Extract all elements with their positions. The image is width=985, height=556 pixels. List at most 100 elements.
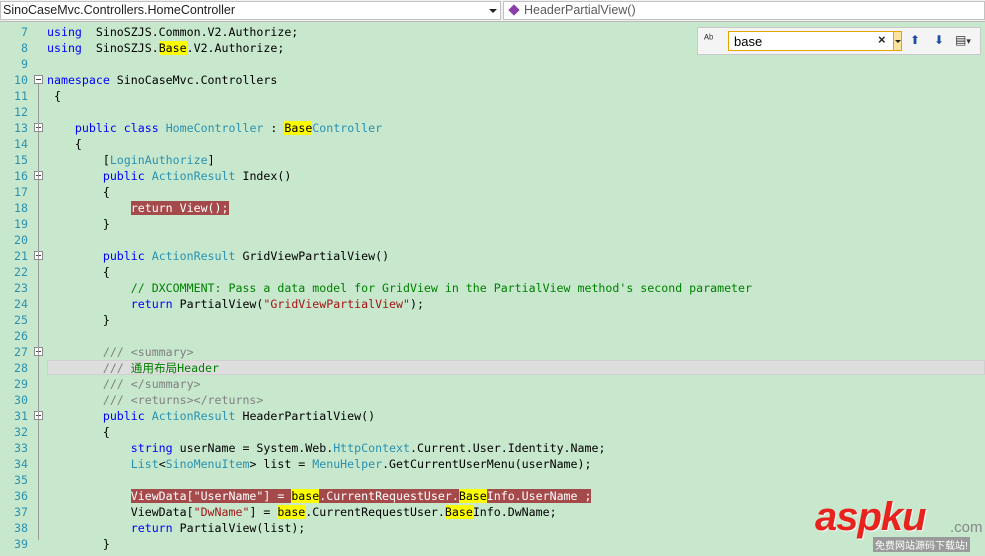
line-number: 23 xyxy=(14,281,28,295)
code-line[interactable]: 11 { xyxy=(0,88,985,104)
code-line[interactable]: 20 xyxy=(0,232,985,248)
search-match: Base xyxy=(284,121,313,135)
code-line[interactable]: 17 { xyxy=(0,184,985,200)
code-token: } xyxy=(47,537,110,551)
type-dropdown-value: SinoCaseMvc.Controllers.HomeController xyxy=(3,3,236,17)
code-token: List xyxy=(130,457,159,471)
chevron-down-icon[interactable] xyxy=(489,9,497,13)
match-case-icon[interactable]: ᴬᵇ xyxy=(704,33,713,45)
find-options-icon[interactable]: ▤▾ xyxy=(955,33,971,47)
code-token: ] = xyxy=(249,505,278,519)
code-token: < xyxy=(158,457,166,471)
find-input[interactable] xyxy=(728,31,901,51)
find-next-icon[interactable]: ⬇ xyxy=(934,33,944,47)
line-number: 28 xyxy=(14,361,28,375)
line-number: 22 xyxy=(14,265,28,279)
code-token: { xyxy=(47,185,110,199)
fold-guide xyxy=(38,420,39,540)
watermark-subtitle: 免费网站源码下载站! xyxy=(873,537,970,552)
code-line[interactable]: 27 /// <summary> xyxy=(0,344,985,360)
code-line[interactable]: 32 { xyxy=(0,424,985,440)
code-token: PartialView( xyxy=(172,297,264,311)
code-line[interactable]: 21 public ActionResult GridViewPartialVi… xyxy=(0,248,985,264)
code-line[interactable]: 10 namespace SinoCaseMvc.Controllers xyxy=(0,72,985,88)
fold-guide xyxy=(38,260,39,316)
code-text: public ActionResult Index() xyxy=(47,168,291,184)
code-token: { xyxy=(47,137,82,151)
code-line[interactable]: 30 /// <returns></returns> xyxy=(0,392,985,408)
code-line[interactable]: 34 List<SinoMenuItem> list = MenuHelper.… xyxy=(0,456,985,472)
code-token: ] xyxy=(207,153,215,167)
collapse-icon[interactable] xyxy=(34,75,43,84)
member-dropdown[interactable]: HeaderPartialView() xyxy=(503,1,985,20)
code-token: SinoSZJS.Common.V2.Authorize; xyxy=(81,25,299,39)
line-number: 30 xyxy=(14,393,28,407)
code-token: { xyxy=(47,89,61,103)
line-number: 20 xyxy=(14,233,28,247)
code-line[interactable]: 14 { xyxy=(0,136,985,152)
fold-guide xyxy=(38,180,39,220)
code-text: return PartialView(list); xyxy=(47,520,306,536)
code-text: } xyxy=(47,312,110,328)
watermark: aspku .com 免费网站源码下载站! xyxy=(815,493,985,556)
code-token: > list = xyxy=(249,457,313,471)
line-number: 10 xyxy=(14,73,28,87)
find-history-dropdown[interactable] xyxy=(893,31,902,51)
code-token: HomeController xyxy=(165,121,264,135)
code-editor[interactable]: 7 using SinoSZJS.Common.V2.Authorize; 8 usi… xyxy=(0,22,985,556)
code-line[interactable]: 12 xyxy=(0,104,985,120)
code-line[interactable]: 35 xyxy=(0,472,985,488)
options-chevron-icon[interactable]: ▾ xyxy=(966,36,971,46)
code-line[interactable]: 19 } xyxy=(0,216,985,232)
clear-icon[interactable]: × xyxy=(878,32,886,47)
code-token: /// <returns></returns> xyxy=(102,393,264,407)
code-token: GridViewPartialView() xyxy=(235,249,390,263)
code-token: /// xyxy=(102,361,131,375)
code-line[interactable]: 22 { xyxy=(0,264,985,280)
line-number: 13 xyxy=(14,121,28,135)
find-previous-icon[interactable]: ⬆ xyxy=(910,33,920,47)
code-token: [ xyxy=(47,153,110,167)
code-line[interactable]: 16 public ActionResult Index() xyxy=(0,168,985,184)
line-number: 11 xyxy=(14,89,28,103)
code-text: ViewData["UserName"] = base.CurrentReque… xyxy=(47,488,592,504)
line-number: 21 xyxy=(14,249,28,263)
type-dropdown[interactable]: SinoCaseMvc.Controllers.HomeController xyxy=(0,1,501,20)
code-token: SinoCaseMvc.Controllers xyxy=(109,73,278,87)
code-line[interactable]: 29 /// </summary> xyxy=(0,376,985,392)
breakpoint-highlight: Info.UserName ; xyxy=(486,489,592,503)
code-line[interactable]: 13 public class HomeController : BaseCon… xyxy=(0,120,985,136)
code-line[interactable]: 9 xyxy=(0,56,985,72)
line-number: 25 xyxy=(14,313,28,327)
code-line[interactable]: 18 return View(); xyxy=(0,200,985,216)
code-token: } xyxy=(47,217,110,231)
code-line[interactable]: 31 public ActionResult HeaderPartialView… xyxy=(0,408,985,424)
code-token: { xyxy=(47,425,110,439)
search-match: Base xyxy=(158,41,187,55)
code-token: .Current.User.Identity.Name; xyxy=(409,441,606,455)
code-line[interactable]: 25 } xyxy=(0,312,985,328)
line-number: 9 xyxy=(21,57,28,71)
code-line[interactable]: 33 string userName = System.Web.HttpCont… xyxy=(0,440,985,456)
code-line[interactable]: 28 /// 通用布局Header xyxy=(0,360,985,376)
code-line[interactable]: 15 [LoginAuthorize] xyxy=(0,152,985,168)
code-line[interactable]: 26 xyxy=(0,328,985,344)
code-line[interactable]: 24 return PartialView("GridViewPartialVi… xyxy=(0,296,985,312)
code-text: { xyxy=(47,424,110,440)
line-number: 26 xyxy=(14,329,28,343)
code-line[interactable]: 23 // DXCOMMENT: Pass a data model for G… xyxy=(0,280,985,296)
code-token: ViewData[ xyxy=(47,505,194,519)
code-token: ActionResult xyxy=(151,249,236,263)
code-token: string xyxy=(130,441,173,455)
